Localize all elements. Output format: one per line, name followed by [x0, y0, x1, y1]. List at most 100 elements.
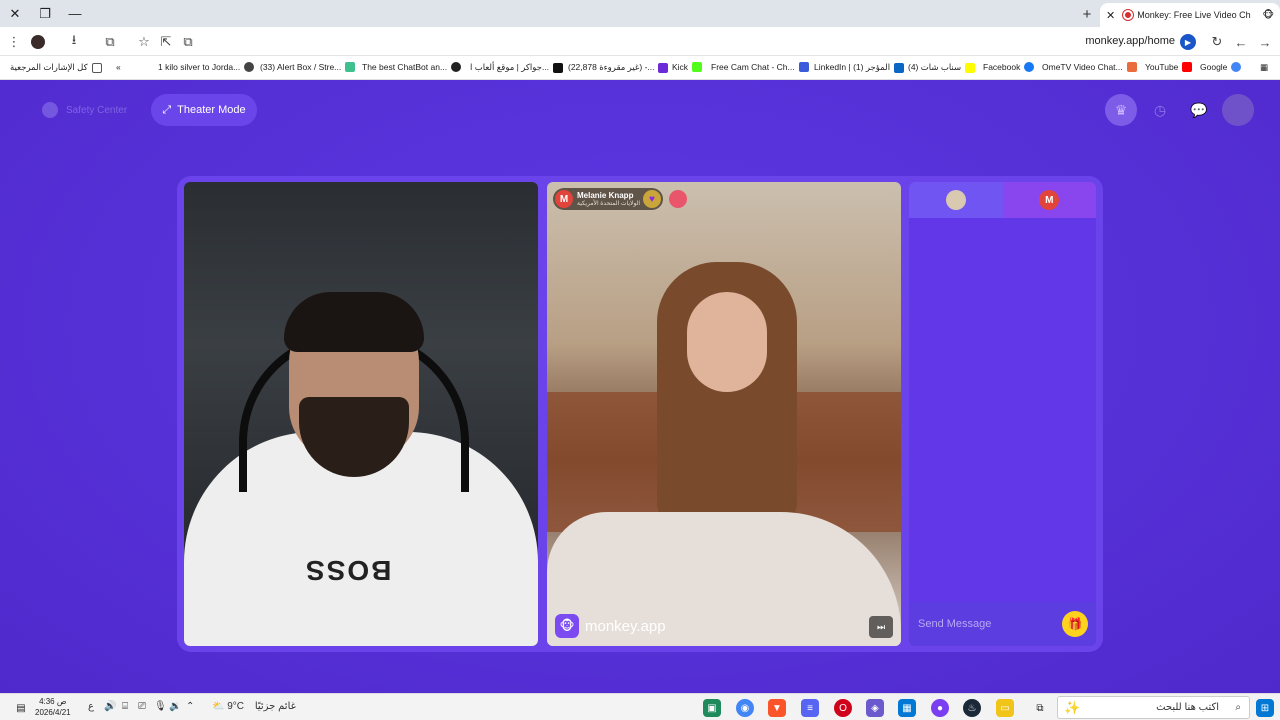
bookmark-11[interactable]: OmeTV Video Chat...	[1042, 62, 1137, 72]
share-icon[interactable]: ⇱	[156, 32, 176, 52]
mic-icon[interactable]: 🎙	[154, 701, 167, 712]
bookmark-7[interactable]: Free Cam Chat - Ch...	[711, 62, 809, 72]
bookmark-5[interactable]: (22,878 غير مقروءة) -...	[568, 62, 669, 73]
message-input[interactable]	[918, 618, 1058, 630]
tab-bar: ✕ ❐ — + ✕ Monkey: Free Live Video Ch 🐵	[0, 0, 1280, 27]
partner-avatar: M	[555, 190, 573, 208]
steam-icon[interactable]: ♨	[963, 699, 981, 717]
theater-mode-button[interactable]: ⤢ Theater Mode	[151, 94, 257, 126]
partner-name: Melanie Knapp	[577, 190, 634, 200]
camera-icon[interactable]: ▶	[1180, 34, 1196, 50]
app-icon-4[interactable]: ≡	[801, 699, 819, 717]
bookmark-6[interactable]: Kick	[672, 62, 703, 72]
menu-icon[interactable]: ⋮	[4, 32, 24, 52]
extensions-icon[interactable]: ⧉	[100, 32, 120, 52]
app-icon-6[interactable]: ◈	[866, 699, 884, 717]
history-icon[interactable]: ◷	[1144, 94, 1176, 126]
partner-video: M Melanie Knapp الولايات المتحدة الأمريك…	[547, 182, 901, 646]
close-window-icon[interactable]: ✕	[0, 0, 30, 27]
tray-chevron-icon[interactable]: ⌃	[186, 701, 194, 712]
bookmark-favicon-icon	[1126, 62, 1137, 72]
apps-grid-icon[interactable]: ▦	[1260, 62, 1268, 73]
bookmarks-overflow-icon[interactable]: «	[116, 62, 121, 72]
tab-self[interactable]	[909, 182, 1003, 218]
self-avatar	[945, 190, 966, 210]
file-explorer-icon[interactable]: ▭	[996, 699, 1014, 717]
safety-center-link[interactable]: Safety Center	[42, 100, 127, 120]
monkey-logo-icon: 🐵	[555, 614, 579, 638]
reload-icon[interactable]: ↻	[1207, 32, 1227, 52]
volume-icon[interactable]: 🔊	[104, 701, 116, 712]
tab-title: Monkey: Free Live Video Ch	[1137, 10, 1251, 20]
chat-panel: M 🎁	[909, 182, 1096, 646]
bookmark-favicon-icon	[658, 62, 669, 73]
browser-toolbar: ⋮ ⭳ ⧉ ☆ ⇱ ⧉ monkey.app/home ▶ ↻ ← →	[0, 27, 1280, 56]
taskbar-search[interactable]: اكتب هنا للبحث ✨ ⌕	[1057, 696, 1250, 719]
partner-chat-avatar: M	[1039, 190, 1060, 210]
search-icon: ⌕	[1235, 702, 1241, 713]
chrome-icon[interactable]: ◉	[736, 699, 754, 717]
bookmark-favicon-icon	[345, 62, 356, 72]
new-tab-button[interactable]: +	[1078, 3, 1096, 25]
bookmark-13[interactable]: Google	[1200, 62, 1242, 72]
shirt-print: BOSS	[304, 555, 392, 586]
bookmark-favicon-icon	[1182, 62, 1193, 72]
weather-icon: ⛅	[212, 701, 225, 712]
crown-icon[interactable]: ♛	[1105, 94, 1137, 126]
tab-favicon-icon	[1123, 10, 1134, 20]
network-icon[interactable]: ⌸	[122, 701, 128, 712]
skip-button[interactable]: ⏭	[869, 616, 893, 638]
address-bar[interactable]: monkey.app/home ▶	[200, 31, 1200, 53]
bookmark-favicon-icon	[692, 62, 703, 72]
restore-window-icon[interactable]: ❐	[30, 0, 60, 27]
shield-icon	[42, 102, 58, 118]
opera-icon[interactable]: O	[834, 699, 852, 717]
bookmark-favicon-icon	[1231, 62, 1242, 72]
tab-partner[interactable]: M	[1002, 182, 1096, 218]
partner-name-chip[interactable]: M Melanie Knapp الولايات المتحدة الأمريك…	[553, 188, 663, 210]
sparkle-icon: ✨	[1064, 699, 1081, 715]
weather-widget[interactable]: ⛅ 9°C غائم جزئيًا	[212, 701, 296, 712]
app-icon-8[interactable]: ●	[931, 699, 949, 717]
bookmark-3[interactable]: The best ChatBot an...	[362, 62, 462, 72]
tab-close-icon[interactable]: ✕	[1106, 9, 1115, 22]
speaker-icon[interactable]: 🔉	[169, 701, 181, 712]
profile-avatar[interactable]	[28, 32, 48, 52]
download-icon[interactable]: ⭳	[64, 32, 84, 52]
monkey-page: Safety Center ⤢ Theater Mode ♛ ◷ 💬 BOSS …	[0, 80, 1280, 693]
bookmark-all[interactable]: كل الإشارات المرجعية	[10, 62, 102, 73]
translate-icon[interactable]: ⧉	[178, 32, 198, 52]
bookmark-8[interactable]: LinkedIn | المؤجر (1)	[814, 62, 905, 73]
app-icon-1[interactable]: ▣	[703, 699, 721, 717]
display-icon[interactable]: ⎚	[138, 701, 146, 712]
self-video: BOSS	[184, 182, 538, 646]
notifications-icon[interactable]: ▤	[12, 699, 30, 717]
messages-icon[interactable]: 💬	[1183, 94, 1215, 126]
bookmark-9[interactable]: (4) سناب شات	[908, 62, 976, 73]
minimize-window-icon[interactable]: —	[60, 0, 90, 27]
heart-icon[interactable]: ♥	[643, 190, 661, 208]
bookmark-12[interactable]: YouTube	[1145, 62, 1193, 72]
message-bar: 🎁	[909, 602, 1096, 646]
star-icon[interactable]: ☆	[134, 32, 154, 52]
bookmark-4[interactable]: جواكر | موقع ألعاب ا...	[470, 62, 564, 73]
flag-badge-icon	[669, 190, 687, 208]
monkey-icon: 🐵	[1262, 9, 1274, 21]
bookmark-10[interactable]: Facebook	[983, 62, 1035, 72]
bookmark-favicon-icon	[244, 62, 255, 72]
clock[interactable]: 4:36 ص 2026/4/21	[35, 696, 71, 718]
user-avatar[interactable]	[1222, 94, 1254, 126]
start-icon[interactable]: ⊞	[1256, 699, 1274, 717]
folder-icon	[91, 62, 102, 73]
store-icon[interactable]: ▦	[898, 699, 916, 717]
back-icon[interactable]: ←	[1231, 32, 1251, 52]
task-view-icon[interactable]: ⧉	[1031, 699, 1049, 717]
bookmark-favicon-icon	[451, 62, 462, 72]
forward-icon[interactable]: →	[1255, 32, 1275, 52]
browser-tab[interactable]: ✕ Monkey: Free Live Video Ch 🐵	[1100, 3, 1280, 27]
language-indicator[interactable]: ع	[88, 701, 94, 712]
bookmark-1[interactable]: 1 kilo silver to Jorda...	[158, 62, 255, 72]
bookmark-2[interactable]: (33) Alert Box / Stre...	[260, 62, 356, 72]
gift-icon[interactable]: 🎁	[1062, 611, 1088, 637]
brave-icon[interactable]: ▼	[768, 699, 786, 717]
